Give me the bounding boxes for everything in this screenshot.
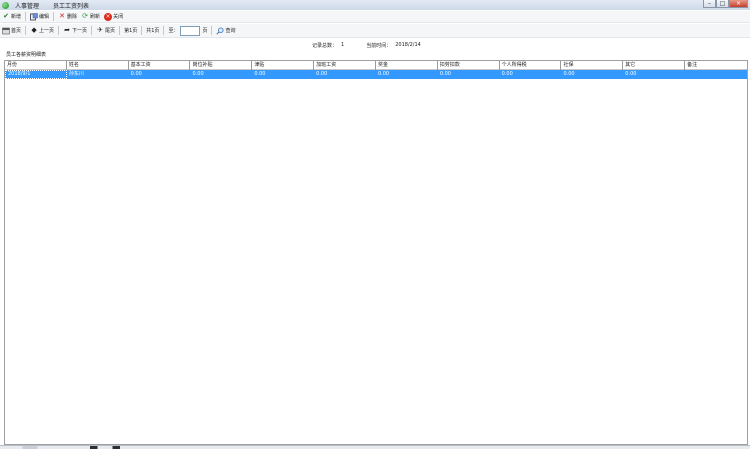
table-cell[interactable]: 0.00 bbox=[191, 70, 253, 79]
table-row[interactable]: 2018/9/1 孙东川 0.00 0.00 0.00 0.00 0.00 0.… bbox=[5, 70, 747, 79]
window-controls: – □ × bbox=[703, 0, 748, 8]
window-title: 人事管理 bbox=[15, 2, 40, 10]
prev-page-label: 上一页 bbox=[39, 28, 55, 34]
maximize-button[interactable]: □ bbox=[716, 0, 729, 8]
column-header[interactable]: 姓名 bbox=[67, 61, 129, 70]
current-page-indicator: 第1页 bbox=[122, 26, 139, 36]
table-cell[interactable]: 孙东川 bbox=[67, 70, 129, 79]
pager-toolbar: 首页 ◆ 上一页 ➦ 下一页 ✈ 尾页 第1页 共1页 至： 页 查询 bbox=[0, 24, 750, 38]
table-cell[interactable]: 0.00 bbox=[623, 70, 685, 79]
title-bar: 人事管理 员工工资列表 – □ × bbox=[0, 0, 750, 10]
current-date-value: 2018/2/14 bbox=[395, 42, 421, 48]
toolbar-separator bbox=[163, 26, 165, 35]
main-toolbar: ✔ 新增 编辑 ✕ 删除 ⟳ 刷新 × 关闭 bbox=[0, 11, 750, 23]
last-page-button[interactable]: ✈ 尾页 bbox=[94, 26, 117, 36]
app-icon bbox=[2, 1, 9, 9]
status-bar bbox=[0, 445, 750, 449]
arrow-left-icon: ◆ bbox=[31, 26, 37, 34]
current-page-label: 第1页 bbox=[124, 28, 138, 34]
refresh-button[interactable]: ⟳ 刷新 bbox=[79, 12, 102, 22]
toolbar-separator bbox=[25, 26, 27, 35]
delete-button-label: 删除 bbox=[67, 14, 78, 20]
column-header[interactable]: 奖金 bbox=[376, 61, 438, 70]
current-date-label: 当前时间： bbox=[366, 43, 392, 49]
goto-page-label: 至： bbox=[168, 28, 179, 34]
table-cell[interactable]: 2018/9/1 bbox=[5, 70, 67, 79]
toolbar-separator bbox=[53, 12, 55, 21]
delete-button[interactable]: ✕ 删除 bbox=[56, 12, 79, 22]
last-page-label: 尾页 bbox=[105, 28, 116, 34]
first-page-label: 首页 bbox=[11, 28, 22, 34]
goto-page-input[interactable] bbox=[180, 25, 201, 36]
add-button-label: 新增 bbox=[11, 14, 22, 20]
table-cell[interactable]: 0.00 bbox=[561, 70, 623, 79]
record-info: 记录总数： 1 当前时间： 2018/2/14 bbox=[312, 42, 425, 49]
edit-icon bbox=[30, 12, 38, 21]
application-window: 人事管理 员工工资列表 – □ × ✔ 新增 编辑 ✕ 删除 ⟳ 刷新 × 关闭… bbox=[0, 0, 750, 449]
search-button-label: 查询 bbox=[225, 28, 236, 34]
column-header[interactable]: 社保 bbox=[561, 61, 624, 70]
close-button-label: 关闭 bbox=[113, 14, 124, 20]
column-header[interactable]: 个人所得税 bbox=[500, 61, 562, 70]
minimize-icon: – bbox=[708, 0, 711, 7]
column-header[interactable]: 月份 bbox=[5, 61, 67, 70]
edit-button[interactable]: 编辑 bbox=[28, 12, 51, 22]
toolbar-separator bbox=[211, 26, 213, 35]
column-header[interactable]: 岗位补贴 bbox=[190, 61, 253, 70]
toolbar-separator bbox=[58, 26, 60, 35]
table-cell[interactable]: 0.00 bbox=[129, 70, 191, 79]
table-cell[interactable]: 0.00 bbox=[438, 70, 500, 79]
next-page-button[interactable]: ➦ 下一页 bbox=[61, 26, 89, 36]
salary-table: 月份 姓名 基本工资 岗位补贴 津贴 加班工资 奖金 扣劳扣款 个人所得税 社保… bbox=[4, 60, 748, 445]
search-button[interactable]: 查询 bbox=[214, 26, 237, 36]
table-cell[interactable]: 0.00 bbox=[376, 70, 438, 79]
table-cell[interactable]: 0.00 bbox=[500, 70, 562, 79]
close-window-icon: × bbox=[735, 0, 742, 7]
arrow-right-icon: ➦ bbox=[64, 26, 70, 34]
goto-page-suffix: 页 bbox=[202, 28, 208, 34]
table-caption: 员工各薪资明细表 bbox=[6, 52, 47, 58]
delete-icon: ✕ bbox=[59, 12, 65, 20]
window-subtitle: 员工工资列表 bbox=[53, 2, 90, 10]
column-header[interactable]: 其它 bbox=[623, 61, 686, 70]
close-button[interactable]: × 关闭 bbox=[102, 12, 125, 22]
column-header[interactable]: 扣劳扣款 bbox=[438, 61, 500, 70]
record-count-value: 1 bbox=[341, 42, 345, 48]
close-window-button[interactable]: × bbox=[729, 0, 748, 8]
column-header[interactable]: 基本工资 bbox=[129, 61, 191, 70]
maximize-icon: □ bbox=[719, 0, 726, 7]
column-header[interactable]: 加班工资 bbox=[314, 61, 376, 70]
close-icon: × bbox=[104, 12, 113, 21]
column-header[interactable]: 备注 bbox=[685, 61, 747, 70]
toolbar-separator bbox=[91, 26, 93, 35]
last-page-icon: ✈ bbox=[97, 26, 103, 34]
refresh-button-label: 刷新 bbox=[90, 14, 101, 20]
total-pages-label: 共1页 bbox=[146, 28, 160, 34]
first-page-button[interactable]: 首页 bbox=[0, 26, 23, 36]
refresh-icon: ⟳ bbox=[82, 12, 88, 20]
prev-page-button[interactable]: ◆ 上一页 bbox=[28, 26, 56, 36]
minimize-button[interactable]: – bbox=[703, 0, 716, 8]
table-cell[interactable] bbox=[685, 70, 747, 79]
add-button[interactable]: ✔ 新增 bbox=[0, 12, 23, 22]
toolbar-separator bbox=[25, 12, 27, 21]
goto-page-group: 至： 页 bbox=[166, 25, 209, 36]
edit-button-label: 编辑 bbox=[39, 14, 50, 20]
table-header: 月份 姓名 基本工资 岗位补贴 津贴 加班工资 奖金 扣劳扣款 个人所得税 社保… bbox=[5, 61, 747, 70]
total-pages-indicator: 共1页 bbox=[144, 26, 161, 36]
table-cell[interactable]: 0.00 bbox=[252, 70, 314, 79]
toolbar-separator bbox=[141, 26, 143, 35]
search-icon bbox=[216, 27, 224, 35]
table-cell[interactable]: 0.00 bbox=[314, 70, 376, 79]
first-page-icon bbox=[2, 27, 10, 35]
toolbar-separator bbox=[119, 26, 121, 35]
record-count-label: 记录总数： bbox=[312, 43, 338, 49]
column-header[interactable]: 津贴 bbox=[252, 61, 315, 70]
next-page-label: 下一页 bbox=[72, 28, 88, 34]
check-icon: ✔ bbox=[3, 12, 9, 20]
